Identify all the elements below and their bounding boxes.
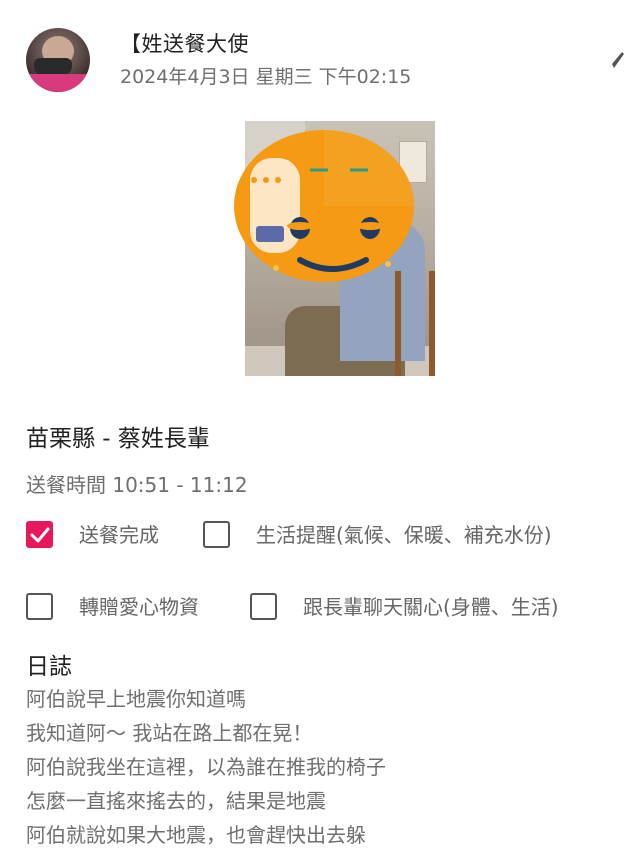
task-label: 生活提醒(氣候、保暖、補充水份) — [256, 523, 552, 547]
emoji-sticker-icon — [234, 130, 414, 282]
task-chat-care[interactable]: 跟長輩聊天關心(身體、生活) — [250, 590, 620, 624]
post-timestamp: 2024年4月3日 星期三 下午02:15 — [120, 66, 412, 88]
task-delivery-complete[interactable]: 送餐完成 — [26, 518, 196, 552]
checkbox-checked[interactable] — [26, 521, 53, 548]
checkbox[interactable] — [203, 521, 230, 548]
log-line: 阿伯就說如果大地震，也會趕快出去躲 — [26, 823, 366, 847]
task-label: 轉贈愛心物資 — [79, 595, 199, 619]
pencil-icon[interactable] — [610, 50, 624, 70]
log-line: 阿伯說我坐在這裡，以為誰在推我的椅子 — [26, 755, 386, 779]
log-line: 阿伯說早上地震你知道嗎 — [26, 687, 246, 711]
avatar[interactable] — [26, 28, 90, 92]
log-title: 日誌 — [26, 654, 72, 680]
log-content: 阿伯說早上地震你知道嗎 我知道阿～ 我站在路上都在晃！ 阿伯說我坐在這裡，以為誰… — [26, 682, 386, 852]
check-icon — [30, 527, 50, 543]
task-donation[interactable]: 轉贈愛心物資 — [26, 590, 226, 624]
author-name[interactable]: 【姓送餐大使 — [120, 28, 249, 58]
post-page: 【姓送餐大使 2024年4月3日 星期三 下午02:15 苗栗縣 - 蔡姓長輩 … — [0, 0, 624, 856]
log-line: 怎麼一直搖來搖去的，結果是地震 — [26, 789, 326, 813]
task-life-reminder[interactable]: 生活提醒(氣候、保暖、補充水份) — [203, 518, 613, 552]
checkbox[interactable] — [250, 593, 277, 620]
delivery-time: 送餐時間 10:51 - 11:12 — [26, 473, 248, 497]
log-line: 我知道阿～ 我站在路上都在晃！ — [26, 721, 313, 745]
location-title: 苗栗縣 - 蔡姓長輩 — [26, 426, 210, 452]
task-label: 送餐完成 — [79, 523, 159, 547]
checkbox[interactable] — [26, 593, 53, 620]
task-label: 跟長輩聊天關心(身體、生活) — [303, 595, 559, 619]
